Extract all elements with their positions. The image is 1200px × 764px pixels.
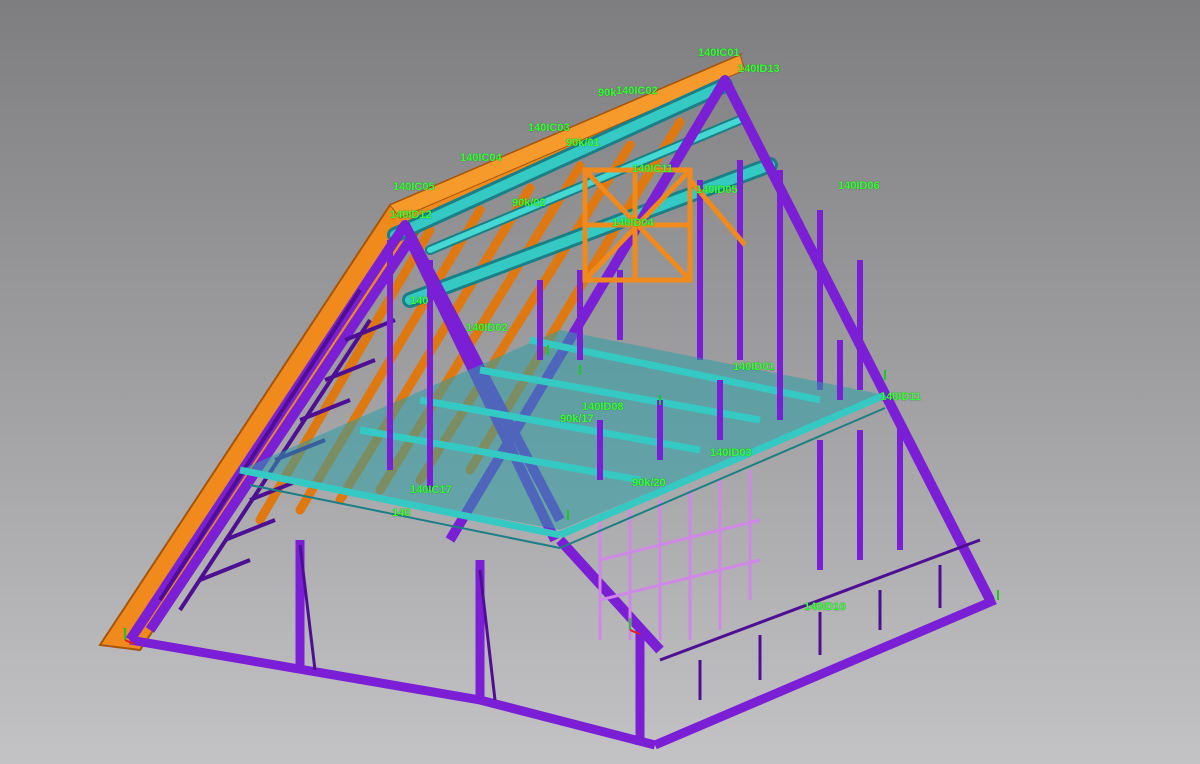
label-mid-2: 140ID04 — [612, 217, 654, 229]
label-small-2: 140IC11 — [632, 163, 673, 175]
label-deck-2: 90k/17 — [560, 413, 594, 425]
ground-frame — [129, 540, 997, 750]
label-left-low: 140 — [392, 507, 411, 519]
label-top-purlin-prefix: 90k — [598, 87, 617, 99]
label-deck-7: 140IC17 — [410, 484, 452, 496]
label-top-purlin: 140IC02 — [616, 85, 658, 97]
label-right-wall: 140ID06 — [838, 180, 880, 192]
label-deck-5: 140ID03 — [710, 447, 752, 459]
label-mid-1: 90k/02 — [512, 197, 546, 209]
label-mid-3: 140 — [410, 295, 429, 307]
floor-deck — [239, 330, 887, 549]
label-purlin-c05: 140IC05 — [393, 181, 435, 193]
label-small-1: 90k/01 — [566, 137, 600, 149]
label-ridge-a: 140IC01 — [698, 47, 740, 59]
label-purlin-c03: 140IC03 — [528, 122, 570, 134]
label-deck-4: 90k/20 — [632, 477, 666, 489]
label-left-rafter: 140ID12 — [390, 209, 432, 221]
label-ridge-b: 140ID13 — [738, 63, 780, 75]
label-small-3: 140ID05 — [696, 184, 738, 196]
label-deck-6: 140ID08 — [582, 401, 624, 413]
label-deck-1: 140ID01 — [733, 361, 775, 373]
label-ground-right: 140ID10 — [804, 601, 846, 613]
label-deck-3: 140ID11 — [880, 391, 921, 403]
model-viewport[interactable]: 140IC01 140ID13 140IC02 90k 140IC03 140I… — [0, 0, 1200, 764]
label-mid-4: 140ID02 — [466, 322, 508, 334]
label-purlin-c04: 140IC04 — [460, 152, 502, 164]
steel-frame-model[interactable] — [0, 0, 1200, 764]
